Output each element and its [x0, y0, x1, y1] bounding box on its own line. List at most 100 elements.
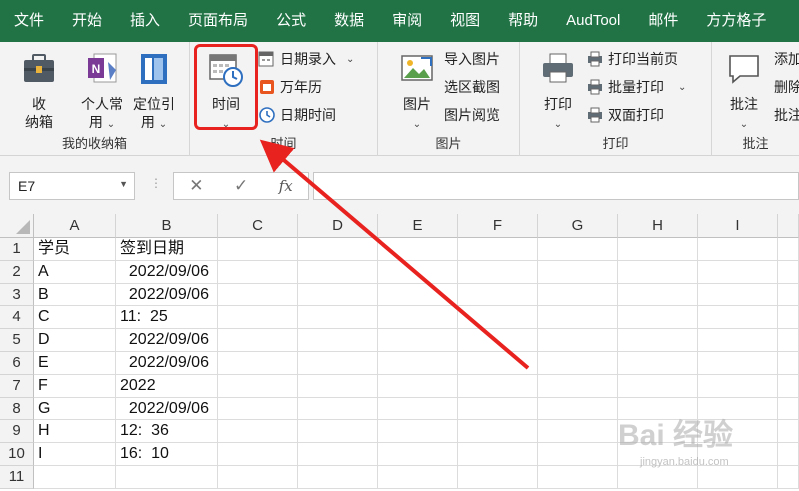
- cell[interactable]: [458, 397, 538, 421]
- tab-formulas[interactable]: 公式: [262, 0, 320, 42]
- formula-input[interactable]: [313, 172, 799, 200]
- cell[interactable]: [778, 238, 799, 261]
- cell[interactable]: [378, 420, 458, 444]
- cell[interactable]: [458, 260, 538, 284]
- cell[interactable]: [218, 443, 298, 466]
- cell[interactable]: [778, 260, 799, 284]
- tab-file[interactable]: 文件: [0, 0, 58, 42]
- cell[interactable]: [378, 260, 458, 284]
- cell[interactable]: [538, 283, 618, 307]
- cell[interactable]: [698, 260, 778, 284]
- cell[interactable]: [378, 352, 458, 375]
- cell[interactable]: [538, 260, 618, 284]
- cell[interactable]: [218, 397, 298, 421]
- cell[interactable]: [778, 283, 799, 307]
- locate-reference-button[interactable]: 定位引 用 ⌄: [128, 50, 180, 134]
- batch-print-button[interactable]: 批量打印 ⌄: [586, 76, 686, 98]
- row-header-1[interactable]: 1: [0, 238, 34, 261]
- cell[interactable]: [778, 329, 799, 352]
- column-header-g[interactable]: G: [538, 214, 618, 238]
- cell[interactable]: 16: 10: [116, 443, 218, 466]
- cell[interactable]: [778, 397, 799, 421]
- cell[interactable]: [218, 352, 298, 375]
- cell[interactable]: [218, 306, 298, 330]
- personal-common-button[interactable]: N 个人常 用 ⌄: [76, 50, 128, 134]
- cell[interactable]: 2022/09/06: [116, 283, 218, 307]
- cell[interactable]: F: [34, 374, 116, 398]
- row-header-9[interactable]: 9: [0, 420, 34, 444]
- cell[interactable]: [218, 420, 298, 444]
- tab-data[interactable]: 数据: [320, 0, 378, 42]
- date-entry-button[interactable]: 日期录入 ⌄: [258, 48, 354, 70]
- column-header-d[interactable]: D: [298, 214, 378, 238]
- row-header-6[interactable]: 6: [0, 352, 34, 375]
- cell[interactable]: [218, 283, 298, 307]
- cell[interactable]: C: [34, 306, 116, 330]
- cell[interactable]: [458, 374, 538, 398]
- cell[interactable]: B: [34, 283, 116, 307]
- batch-comment-button[interactable]: 批注: [774, 104, 799, 126]
- cell[interactable]: [218, 374, 298, 398]
- cell[interactable]: [538, 352, 618, 375]
- cell[interactable]: G: [34, 397, 116, 421]
- cell[interactable]: [298, 238, 378, 261]
- cell[interactable]: [378, 306, 458, 330]
- cell[interactable]: [298, 352, 378, 375]
- cell[interactable]: [538, 306, 618, 330]
- column-header-e[interactable]: E: [378, 214, 458, 238]
- select-all-corner[interactable]: [0, 214, 34, 238]
- storage-box-button[interactable]: 收 纳箱: [14, 50, 64, 131]
- cell[interactable]: [698, 283, 778, 307]
- cell[interactable]: [298, 443, 378, 466]
- cell[interactable]: D: [34, 329, 116, 352]
- cell[interactable]: 2022/09/06: [116, 329, 218, 352]
- cell[interactable]: [218, 260, 298, 284]
- column-header-f[interactable]: F: [458, 214, 538, 238]
- cell[interactable]: [378, 283, 458, 307]
- tab-view[interactable]: 视图: [436, 0, 494, 42]
- cell[interactable]: [378, 238, 458, 261]
- date-time-button[interactable]: 日期时间: [258, 104, 336, 126]
- cell[interactable]: [778, 374, 799, 398]
- cell[interactable]: [698, 466, 778, 489]
- add-comment-button[interactable]: 添加: [774, 48, 799, 70]
- comment-button[interactable]: 批注 ⌄: [722, 50, 766, 134]
- confirm-icon[interactable]: ✓: [234, 176, 248, 196]
- row-header-7[interactable]: 7: [0, 374, 34, 398]
- cell[interactable]: [698, 238, 778, 261]
- tab-insert[interactable]: 插入: [116, 0, 174, 42]
- cell[interactable]: [298, 283, 378, 307]
- tab-audtool[interactable]: AudTool: [552, 0, 634, 42]
- tab-review[interactable]: 审阅: [378, 0, 436, 42]
- row-header-10[interactable]: 10: [0, 443, 34, 466]
- cell[interactable]: [34, 466, 116, 489]
- cell[interactable]: A: [34, 260, 116, 284]
- tab-mail[interactable]: 邮件: [634, 0, 692, 42]
- cell[interactable]: [618, 260, 698, 284]
- cell[interactable]: 2022: [116, 374, 218, 398]
- formula-bar-grip-icon[interactable]: ⋮: [150, 176, 162, 190]
- print-current-page-button[interactable]: 打印当前页: [586, 48, 678, 70]
- row-header-5[interactable]: 5: [0, 329, 34, 352]
- column-header-overflow[interactable]: [778, 214, 799, 238]
- row-header-4[interactable]: 4: [0, 306, 34, 330]
- cell[interactable]: [378, 329, 458, 352]
- cell[interactable]: [116, 466, 218, 489]
- cell[interactable]: [778, 306, 799, 330]
- tab-fangfang[interactable]: 方方格子: [692, 0, 780, 42]
- picture-browse-button[interactable]: 图片阅览: [444, 104, 500, 126]
- delete-comment-button[interactable]: 删除: [774, 76, 799, 98]
- cell[interactable]: [698, 306, 778, 330]
- cell[interactable]: [298, 420, 378, 444]
- insert-function-icon[interactable]: fx: [279, 177, 293, 195]
- cell[interactable]: [618, 352, 698, 375]
- cell[interactable]: 2022/09/06: [116, 397, 218, 421]
- cell[interactable]: [218, 329, 298, 352]
- cell[interactable]: [298, 329, 378, 352]
- tab-help[interactable]: 帮助: [494, 0, 552, 42]
- cell[interactable]: [378, 397, 458, 421]
- cell[interactable]: [458, 283, 538, 307]
- cell[interactable]: [298, 374, 378, 398]
- cell[interactable]: [458, 420, 538, 444]
- import-picture-button[interactable]: 导入图片: [444, 48, 500, 70]
